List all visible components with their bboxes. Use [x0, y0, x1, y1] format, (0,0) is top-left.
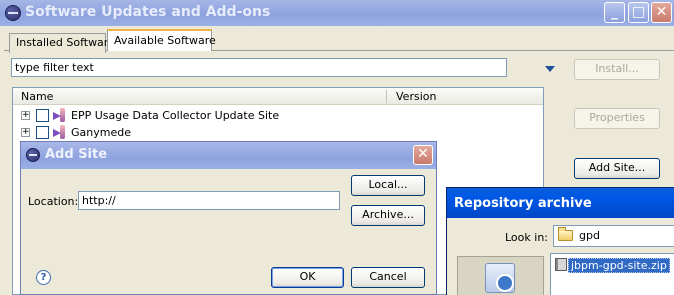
file-list[interactable]: jbpm-gpd-site.zip [550, 253, 674, 295]
tab-installed-software[interactable]: Installed Software [9, 33, 115, 53]
tree-row[interactable]: + EPP Usage Data Collector Update Site [13, 107, 543, 124]
add-site-close-button[interactable]: ✕ [413, 145, 433, 165]
main-title-bar[interactable]: Software Updates and Add-ons _ □ ✕ [0, 0, 674, 26]
eclipse-app-icon [5, 5, 21, 21]
file-name: jbpm-gpd-site.zip [568, 258, 670, 273]
add-site-title-bar[interactable]: Add Site ✕ [21, 142, 436, 169]
recent-documents-icon[interactable] [485, 263, 515, 293]
look-in-value: gpd [579, 229, 600, 242]
add-site-button[interactable]: Add Site... [574, 158, 660, 179]
maximize-button[interactable]: □ [628, 2, 649, 23]
eclipse-app-icon [26, 148, 40, 162]
properties-button[interactable]: Properties [574, 108, 660, 129]
minimize-button[interactable]: _ [604, 2, 625, 23]
column-header-name[interactable]: Name [21, 90, 53, 103]
folder-icon [558, 227, 573, 241]
archive-button[interactable]: Archive... [351, 205, 425, 226]
repository-archive-dialog: Repository archive Look in: gpd jbpm-gpd… [446, 187, 674, 295]
cancel-button[interactable]: Cancel [351, 267, 425, 288]
add-site-title: Add Site [45, 147, 108, 162]
window-title: Software Updates and Add-ons [25, 4, 271, 20]
row-checkbox[interactable] [36, 109, 49, 122]
row-label: Ganymede [71, 126, 131, 139]
filter-dropdown-icon[interactable] [545, 66, 555, 72]
expand-icon[interactable]: + [21, 128, 30, 137]
install-button[interactable]: Install... [574, 59, 660, 80]
filter-input[interactable]: type filter text [11, 58, 507, 77]
tree-header: Name Version [13, 88, 543, 105]
row-label: EPP Usage Data Collector Update Site [71, 109, 280, 122]
location-input[interactable]: http:// [78, 191, 340, 210]
location-label: Location: [28, 195, 79, 208]
repository-archive-title-bar[interactable]: Repository archive [447, 188, 674, 218]
ok-button[interactable]: OK [271, 267, 344, 288]
column-separator[interactable] [386, 90, 387, 103]
update-site-icon [53, 125, 67, 140]
row-checkbox[interactable] [36, 126, 49, 139]
add-site-dialog: Add Site ✕ Location: http:// Local... Ar… [20, 141, 437, 295]
expand-icon[interactable]: + [21, 111, 30, 120]
close-button[interactable]: ✕ [651, 2, 672, 23]
look-in-label: Look in: [505, 231, 548, 244]
zip-file-icon [555, 258, 567, 271]
tree-row[interactable]: + Ganymede [13, 124, 543, 141]
repository-archive-title: Repository archive [454, 196, 592, 211]
update-site-icon [53, 108, 67, 123]
tab-available-software[interactable]: Available Software [107, 29, 216, 51]
look-in-dropdown[interactable]: gpd [553, 225, 674, 247]
local-button[interactable]: Local... [351, 175, 425, 196]
column-header-version[interactable]: Version [396, 90, 436, 103]
places-bar [457, 256, 544, 295]
help-icon[interactable]: ? [36, 270, 51, 285]
